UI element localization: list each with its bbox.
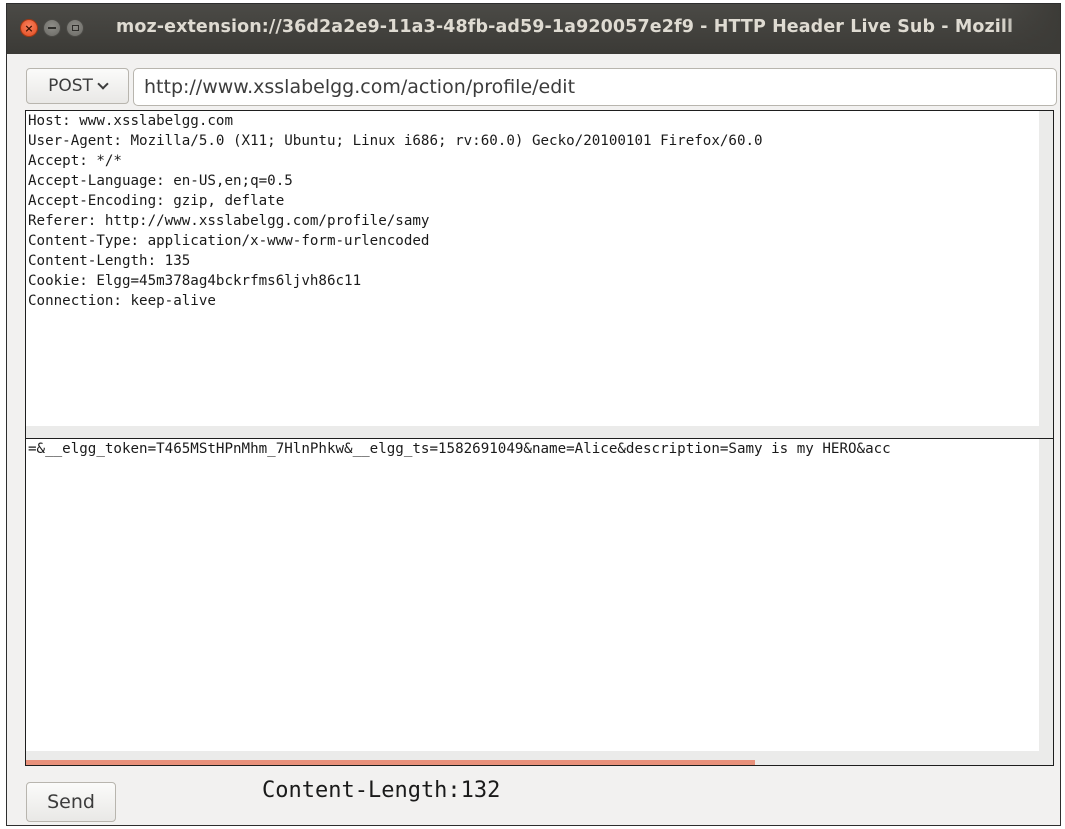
window-title: moz-extension://36d2a2e9-11a3-48fb-ad59-…	[116, 17, 1014, 37]
method-dropdown[interactable]: POST	[26, 68, 129, 104]
chevron-down-icon	[97, 77, 109, 90]
maximize-window-button[interactable]	[66, 19, 84, 37]
headers-vertical-scrollbar[interactable]	[1039, 111, 1053, 440]
body-textarea[interactable]: =&__elgg_token=T465MStHPnMhm_7HlnPhkw&__…	[25, 438, 1054, 766]
app-window: × moz-extension://36d2a2e9-11a3-48fb-ad5…	[6, 3, 1061, 826]
request-body-text: =&__elgg_token=T465MStHPnMhm_7HlnPhkw&__…	[28, 441, 891, 457]
content-length-label: Content-Length:132	[262, 778, 501, 803]
header-line: Accept-Language: en-US,en;q=0.5	[28, 173, 293, 189]
send-button[interactable]: Send	[26, 782, 116, 822]
url-input[interactable]	[133, 68, 1057, 106]
body-horizontal-scrollbar[interactable]	[26, 751, 1053, 765]
header-line: Host: www.xsslabelgg.com	[28, 113, 233, 129]
headers-textarea[interactable]: Host: www.xsslabelgg.com User-Agent: Mozi…	[25, 110, 1054, 440]
maximize-icon	[71, 25, 79, 31]
body-scroll-indicator[interactable]	[26, 760, 756, 765]
header-line: Referer: http://www.xsslabelgg.com/profi…	[28, 213, 430, 229]
header-line: Accept-Encoding: gzip, deflate	[28, 193, 285, 209]
header-line: Content-Length: 135	[28, 253, 191, 269]
minimize-icon	[48, 27, 56, 29]
method-label: POST	[48, 76, 93, 96]
header-line: Content-Type: application/x-www-form-url…	[28, 233, 430, 249]
header-line: User-Agent: Mozilla/5.0 (X11; Ubuntu; Li…	[28, 133, 763, 149]
minimize-window-button[interactable]	[43, 19, 61, 37]
title-fade	[1000, 4, 1060, 54]
close-window-button[interactable]: ×	[20, 19, 38, 37]
body-vertical-scrollbar[interactable]	[1039, 439, 1053, 765]
header-line: Cookie: Elgg=45m378ag4bckrfms6ljvh86c11	[28, 273, 362, 289]
title-bar[interactable]: × moz-extension://36d2a2e9-11a3-48fb-ad5…	[7, 4, 1060, 54]
close-icon: ×	[24, 21, 34, 35]
header-line: Accept: */*	[28, 153, 122, 169]
headers-list: Host: www.xsslabelgg.com User-Agent: Mozi…	[26, 111, 1053, 311]
header-line: Connection: keep-alive	[28, 293, 216, 309]
